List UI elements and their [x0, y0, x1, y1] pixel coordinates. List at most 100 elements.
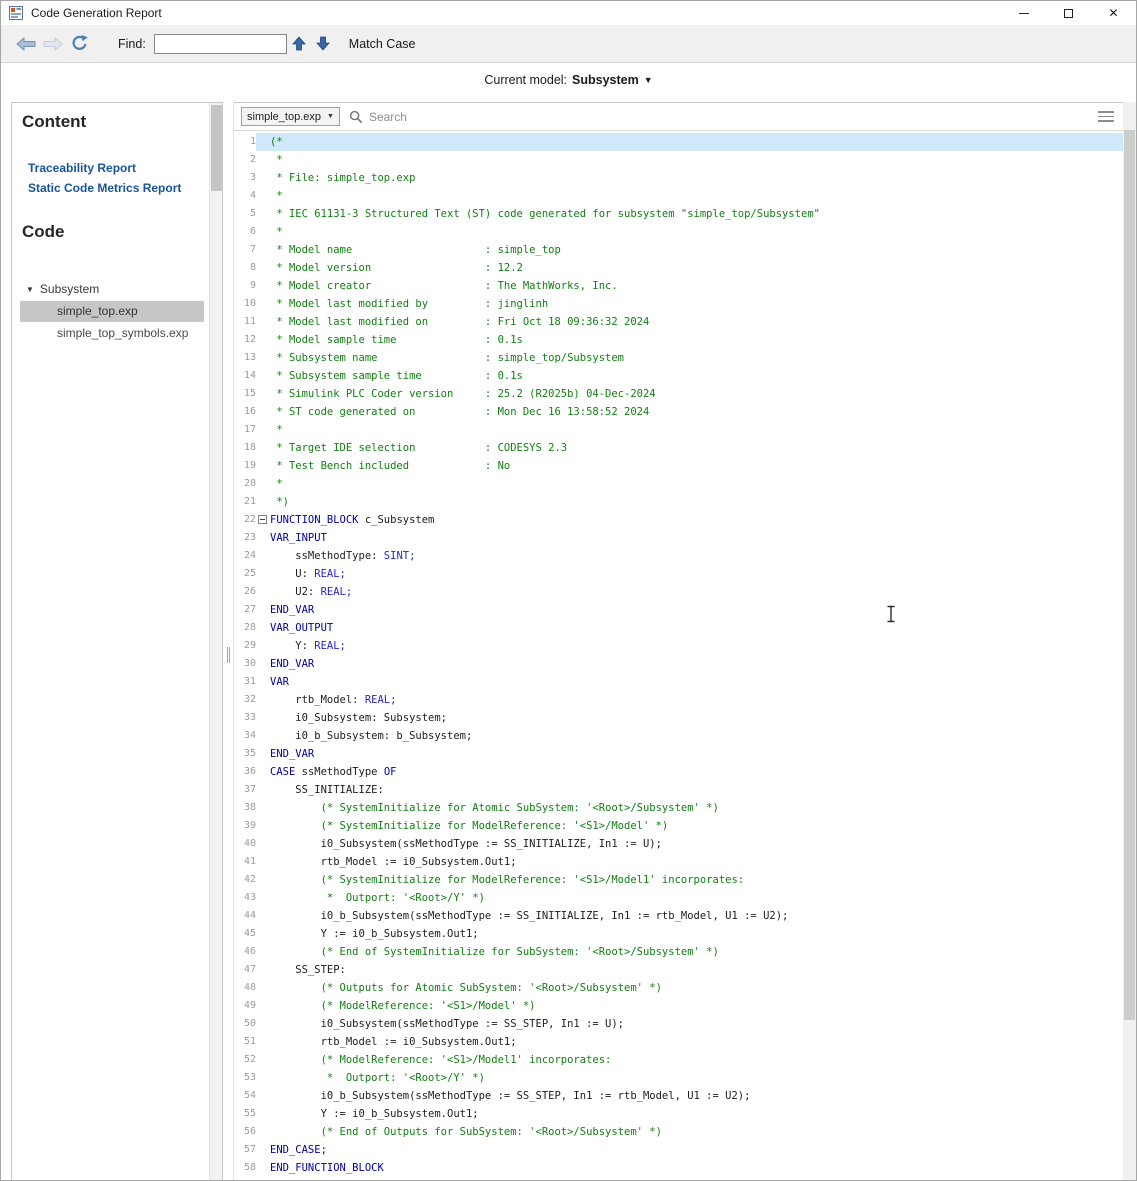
find-previous-button[interactable] — [287, 31, 311, 57]
code-line[interactable]: 1(* — [234, 133, 1123, 151]
tree-item[interactable]: simple_top.exp — [20, 301, 204, 322]
line-number: 48 — [234, 979, 256, 997]
code-line[interactable]: 52 (* ModelReference: '<S1>/Model1' inco… — [234, 1051, 1123, 1069]
back-button[interactable] — [13, 31, 38, 57]
code-line[interactable]: 16 * ST code generated on : Mon Dec 16 1… — [234, 403, 1123, 421]
code-line[interactable]: 15 * Simulink PLC Coder version : 25.2 (… — [234, 385, 1123, 403]
code-line[interactable]: 43 * Outport: '<Root>/Y' *) — [234, 889, 1123, 907]
code-line[interactable]: 4 * — [234, 187, 1123, 205]
fold-toggle[interactable] — [256, 511, 270, 529]
code-line[interactable]: 27END_VAR — [234, 601, 1123, 619]
code-line[interactable]: 19 * Test Bench included : No — [234, 457, 1123, 475]
code-tree: ▼ Subsystem simple_top.expsimple_top_sym… — [12, 278, 222, 344]
fold-gutter — [256, 187, 270, 205]
minimize-button[interactable] — [1001, 1, 1046, 25]
sidebar-link[interactable]: Static Code Metrics Report — [28, 178, 222, 198]
code-line[interactable]: 10 * Model last modified by : jinglinh — [234, 295, 1123, 313]
search-input[interactable] — [369, 110, 1089, 124]
maximize-button[interactable] — [1046, 1, 1091, 25]
code-line[interactable]: 45 Y := i0_b_Subsystem.Out1; — [234, 925, 1123, 943]
sidebar-link[interactable]: Traceability Report — [28, 158, 222, 178]
code-line[interactable]: 13 * Subsystem name : simple_top/Subsyst… — [234, 349, 1123, 367]
code-line[interactable]: 26 U2: REAL; — [234, 583, 1123, 601]
code-line[interactable]: 20 * — [234, 475, 1123, 493]
code-line[interactable]: 31VAR — [234, 673, 1123, 691]
code-line[interactable]: 2 * — [234, 151, 1123, 169]
code-line[interactable]: 3 * File: simple_top.exp — [234, 169, 1123, 187]
sidebar-scrollbar[interactable] — [209, 103, 222, 1180]
code-line[interactable]: 7 * Model name : simple_top — [234, 241, 1123, 259]
code-line[interactable]: 33 i0_Subsystem: Subsystem; — [234, 709, 1123, 727]
code-line[interactable]: 48 (* Outputs for Atomic SubSystem: '<Ro… — [234, 979, 1123, 997]
code-line[interactable]: 56 (* End of Outputs for SubSystem: '<Ro… — [234, 1123, 1123, 1141]
fold-gutter — [256, 169, 270, 187]
tree-expand-icon[interactable]: ▼ — [26, 285, 34, 294]
code-scrollbar[interactable] — [1123, 102, 1136, 1180]
code-line[interactable]: 32 rtb_Model: REAL; — [234, 691, 1123, 709]
code-line[interactable]: 29 Y: REAL; — [234, 637, 1123, 655]
refresh-button[interactable] — [67, 31, 92, 57]
code-line[interactable]: 44 i0_b_Subsystem(ssMethodType := SS_INI… — [234, 907, 1123, 925]
code-line[interactable]: 5 * IEC 61131-3 Structured Text (ST) cod… — [234, 205, 1123, 223]
collapse-icon[interactable] — [258, 515, 267, 524]
code-line[interactable]: 51 rtb_Model := i0_Subsystem.Out1; — [234, 1033, 1123, 1051]
code-line[interactable]: 30END_VAR — [234, 655, 1123, 673]
code-line[interactable]: 40 i0_Subsystem(ssMethodType := SS_INITI… — [234, 835, 1123, 853]
code-line[interactable]: 12 * Model sample time : 0.1s — [234, 331, 1123, 349]
code-line[interactable]: 21 *) — [234, 493, 1123, 511]
code-line[interactable]: 42 (* SystemInitialize for ModelReferenc… — [234, 871, 1123, 889]
close-button[interactable]: ✕ — [1091, 1, 1136, 25]
tree-item[interactable]: simple_top_symbols.exp — [20, 323, 204, 344]
forward-button[interactable] — [40, 31, 65, 57]
code-line[interactable]: 14 * Subsystem sample time : 0.1s — [234, 367, 1123, 385]
code-line[interactable]: 50 i0_Subsystem(ssMethodType := SS_STEP,… — [234, 1015, 1123, 1033]
fold-gutter — [256, 691, 270, 709]
code-line[interactable]: 24 ssMethodType: SINT; — [234, 547, 1123, 565]
code-line[interactable]: 35END_VAR — [234, 745, 1123, 763]
fold-gutter — [256, 1069, 270, 1087]
code-text: FUNCTION_BLOCK c_Subsystem — [270, 511, 1123, 529]
code-line[interactable]: 37 SS_INITIALIZE: — [234, 781, 1123, 799]
fold-gutter — [256, 1087, 270, 1105]
file-dropdown[interactable]: simple_top.exp ▼ — [241, 107, 340, 126]
code-line[interactable]: 47 SS_STEP: — [234, 961, 1123, 979]
code-line[interactable]: 38 (* SystemInitialize for Atomic SubSys… — [234, 799, 1123, 817]
model-selector[interactable]: Subsystem ▼ — [572, 73, 653, 87]
sidebar-scrollbar-thumb[interactable] — [211, 105, 222, 191]
find-input[interactable] — [154, 34, 287, 54]
panel-splitter[interactable] — [227, 647, 230, 663]
code-line[interactable]: 28VAR_OUTPUT — [234, 619, 1123, 637]
code-line[interactable]: 11 * Model last modified on : Fri Oct 18… — [234, 313, 1123, 331]
fold-gutter — [256, 1141, 270, 1159]
code-line[interactable]: 58END_FUNCTION_BLOCK — [234, 1159, 1123, 1177]
code-line[interactable]: 9 * Model creator : The MathWorks, Inc. — [234, 277, 1123, 295]
code-line[interactable]: 8 * Model version : 12.2 — [234, 259, 1123, 277]
code-editor[interactable]: 1(*2 *3 * File: simple_top.exp4 *5 * IEC… — [234, 131, 1123, 1180]
code-line[interactable]: 18 * Target IDE selection : CODESYS 2.3 — [234, 439, 1123, 457]
code-line[interactable]: 49 (* ModelReference: '<S1>/Model' *) — [234, 997, 1123, 1015]
code-line[interactable]: 54 i0_b_Subsystem(ssMethodType := SS_STE… — [234, 1087, 1123, 1105]
match-case-toggle[interactable]: Match Case — [349, 37, 416, 51]
code-line[interactable]: 34 i0_b_Subsystem: b_Subsystem; — [234, 727, 1123, 745]
code-line[interactable]: 55 Y := i0_b_Subsystem.Out1; — [234, 1105, 1123, 1123]
title-bar: Code Generation Report ✕ — [1, 1, 1136, 25]
code-line[interactable]: 46 (* End of SystemInitialize for SubSys… — [234, 943, 1123, 961]
code-scrollbar-thumb[interactable] — [1124, 130, 1135, 1020]
code-line[interactable]: 39 (* SystemInitialize for ModelReferenc… — [234, 817, 1123, 835]
code-line[interactable]: 53 * Outport: '<Root>/Y' *) — [234, 1069, 1123, 1087]
find-next-button[interactable] — [311, 31, 335, 57]
code-line[interactable]: 23VAR_INPUT — [234, 529, 1123, 547]
menu-icon[interactable] — [1098, 111, 1114, 122]
code-line[interactable]: 6 * — [234, 223, 1123, 241]
fold-gutter — [256, 295, 270, 313]
code-line[interactable]: 17 * — [234, 421, 1123, 439]
code-line[interactable]: 59 — [234, 1177, 1123, 1180]
code-line[interactable]: 36CASE ssMethodType OF — [234, 763, 1123, 781]
code-line[interactable]: 41 rtb_Model := i0_Subsystem.Out1; — [234, 853, 1123, 871]
code-generation-report-window: Code Generation Report ✕ Find: — [0, 0, 1137, 1181]
tree-root-subsystem[interactable]: ▼ Subsystem — [12, 278, 222, 300]
fold-gutter — [256, 133, 270, 151]
code-line[interactable]: 22FUNCTION_BLOCK c_Subsystem — [234, 511, 1123, 529]
code-line[interactable]: 25 U: REAL; — [234, 565, 1123, 583]
code-line[interactable]: 57END_CASE; — [234, 1141, 1123, 1159]
